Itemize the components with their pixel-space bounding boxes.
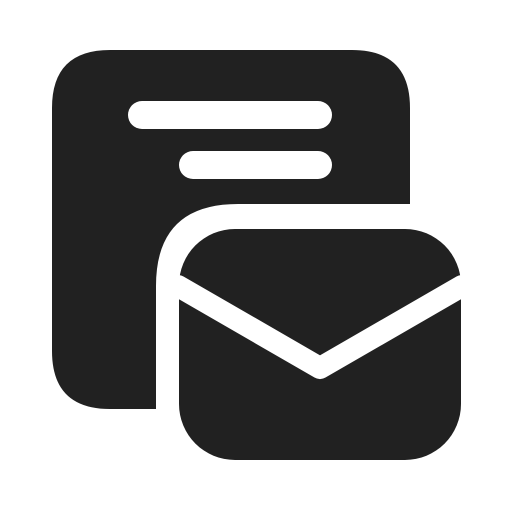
icon-canvas xyxy=(0,0,512,512)
document-mail-icon xyxy=(52,50,473,460)
document-line-1 xyxy=(128,101,332,129)
document-line-2 xyxy=(179,151,332,179)
envelope-shape xyxy=(179,229,461,460)
